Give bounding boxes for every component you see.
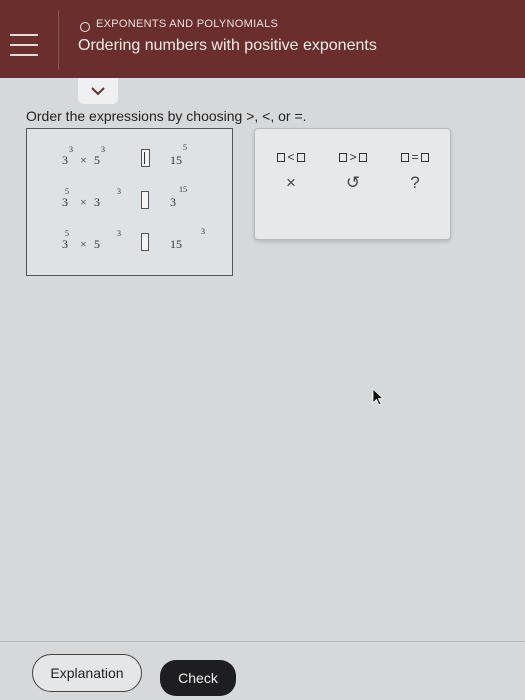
expression-row: 3 5 × 5 3 15 3 [27, 227, 232, 267]
base: 3 [94, 195, 100, 209]
expand-header-button[interactable] [78, 78, 118, 104]
less-than-key[interactable]: < [263, 145, 319, 169]
greater-than-key[interactable]: > [325, 145, 381, 169]
exponent: 3 [69, 145, 73, 154]
exponent: 3 [201, 227, 205, 236]
topbar-divider [58, 10, 59, 70]
exponent: 3 [117, 187, 121, 196]
operator: × [80, 153, 87, 167]
problem-instructions: Order the expressions by choosing >, <, … [26, 108, 307, 124]
exponent: 5 [65, 187, 69, 196]
base: 15 [170, 153, 182, 167]
top-bar: EXPONENTS AND POLYNOMIALS Ordering numbe… [0, 0, 525, 78]
comparison-answer-slot[interactable] [141, 233, 149, 251]
base: 3 [170, 195, 176, 209]
exponent: 3 [117, 229, 121, 238]
base: 3 [62, 237, 68, 251]
equals-key[interactable]: = [387, 145, 443, 169]
clear-icon[interactable]: × [273, 171, 309, 195]
mouse-pointer-icon [372, 388, 384, 406]
comparison-keypad: < > = × ↺ ? [254, 128, 451, 240]
operator: × [80, 237, 87, 251]
exponent: 3 [101, 145, 105, 154]
hamburger-menu-icon[interactable] [10, 34, 38, 56]
help-icon[interactable]: ? [397, 171, 433, 195]
base: 15 [170, 237, 182, 251]
expression-row: 3 5 × 3 3 3 15 [27, 185, 232, 225]
lesson-title: Ordering numbers with positive exponents [78, 37, 377, 54]
base: 5 [94, 153, 100, 167]
check-button[interactable]: Check [160, 660, 236, 696]
base: 3 [62, 153, 68, 167]
explanation-button[interactable]: Explanation [32, 654, 142, 692]
base: 5 [94, 237, 100, 251]
comparison-answer-slot[interactable] [141, 191, 149, 209]
expression-row: 3 3 × 5 3 15 5 [27, 143, 232, 183]
base: 3 [62, 195, 68, 209]
chevron-down-icon [91, 87, 105, 96]
module-title: EXPONENTS AND POLYNOMIALS [96, 18, 279, 30]
footer-divider [0, 641, 525, 642]
exponent: 5 [183, 143, 187, 152]
undo-icon[interactable]: ↺ [335, 171, 371, 195]
operator: × [80, 195, 87, 209]
comparison-answer-slot[interactable] [141, 149, 150, 167]
module-status-icon [80, 22, 90, 32]
exponent: 15 [179, 185, 187, 194]
exponent: 5 [65, 229, 69, 238]
expression-box: 3 3 × 5 3 15 5 3 5 × 3 3 3 15 3 5 × 5 3 … [26, 128, 233, 276]
